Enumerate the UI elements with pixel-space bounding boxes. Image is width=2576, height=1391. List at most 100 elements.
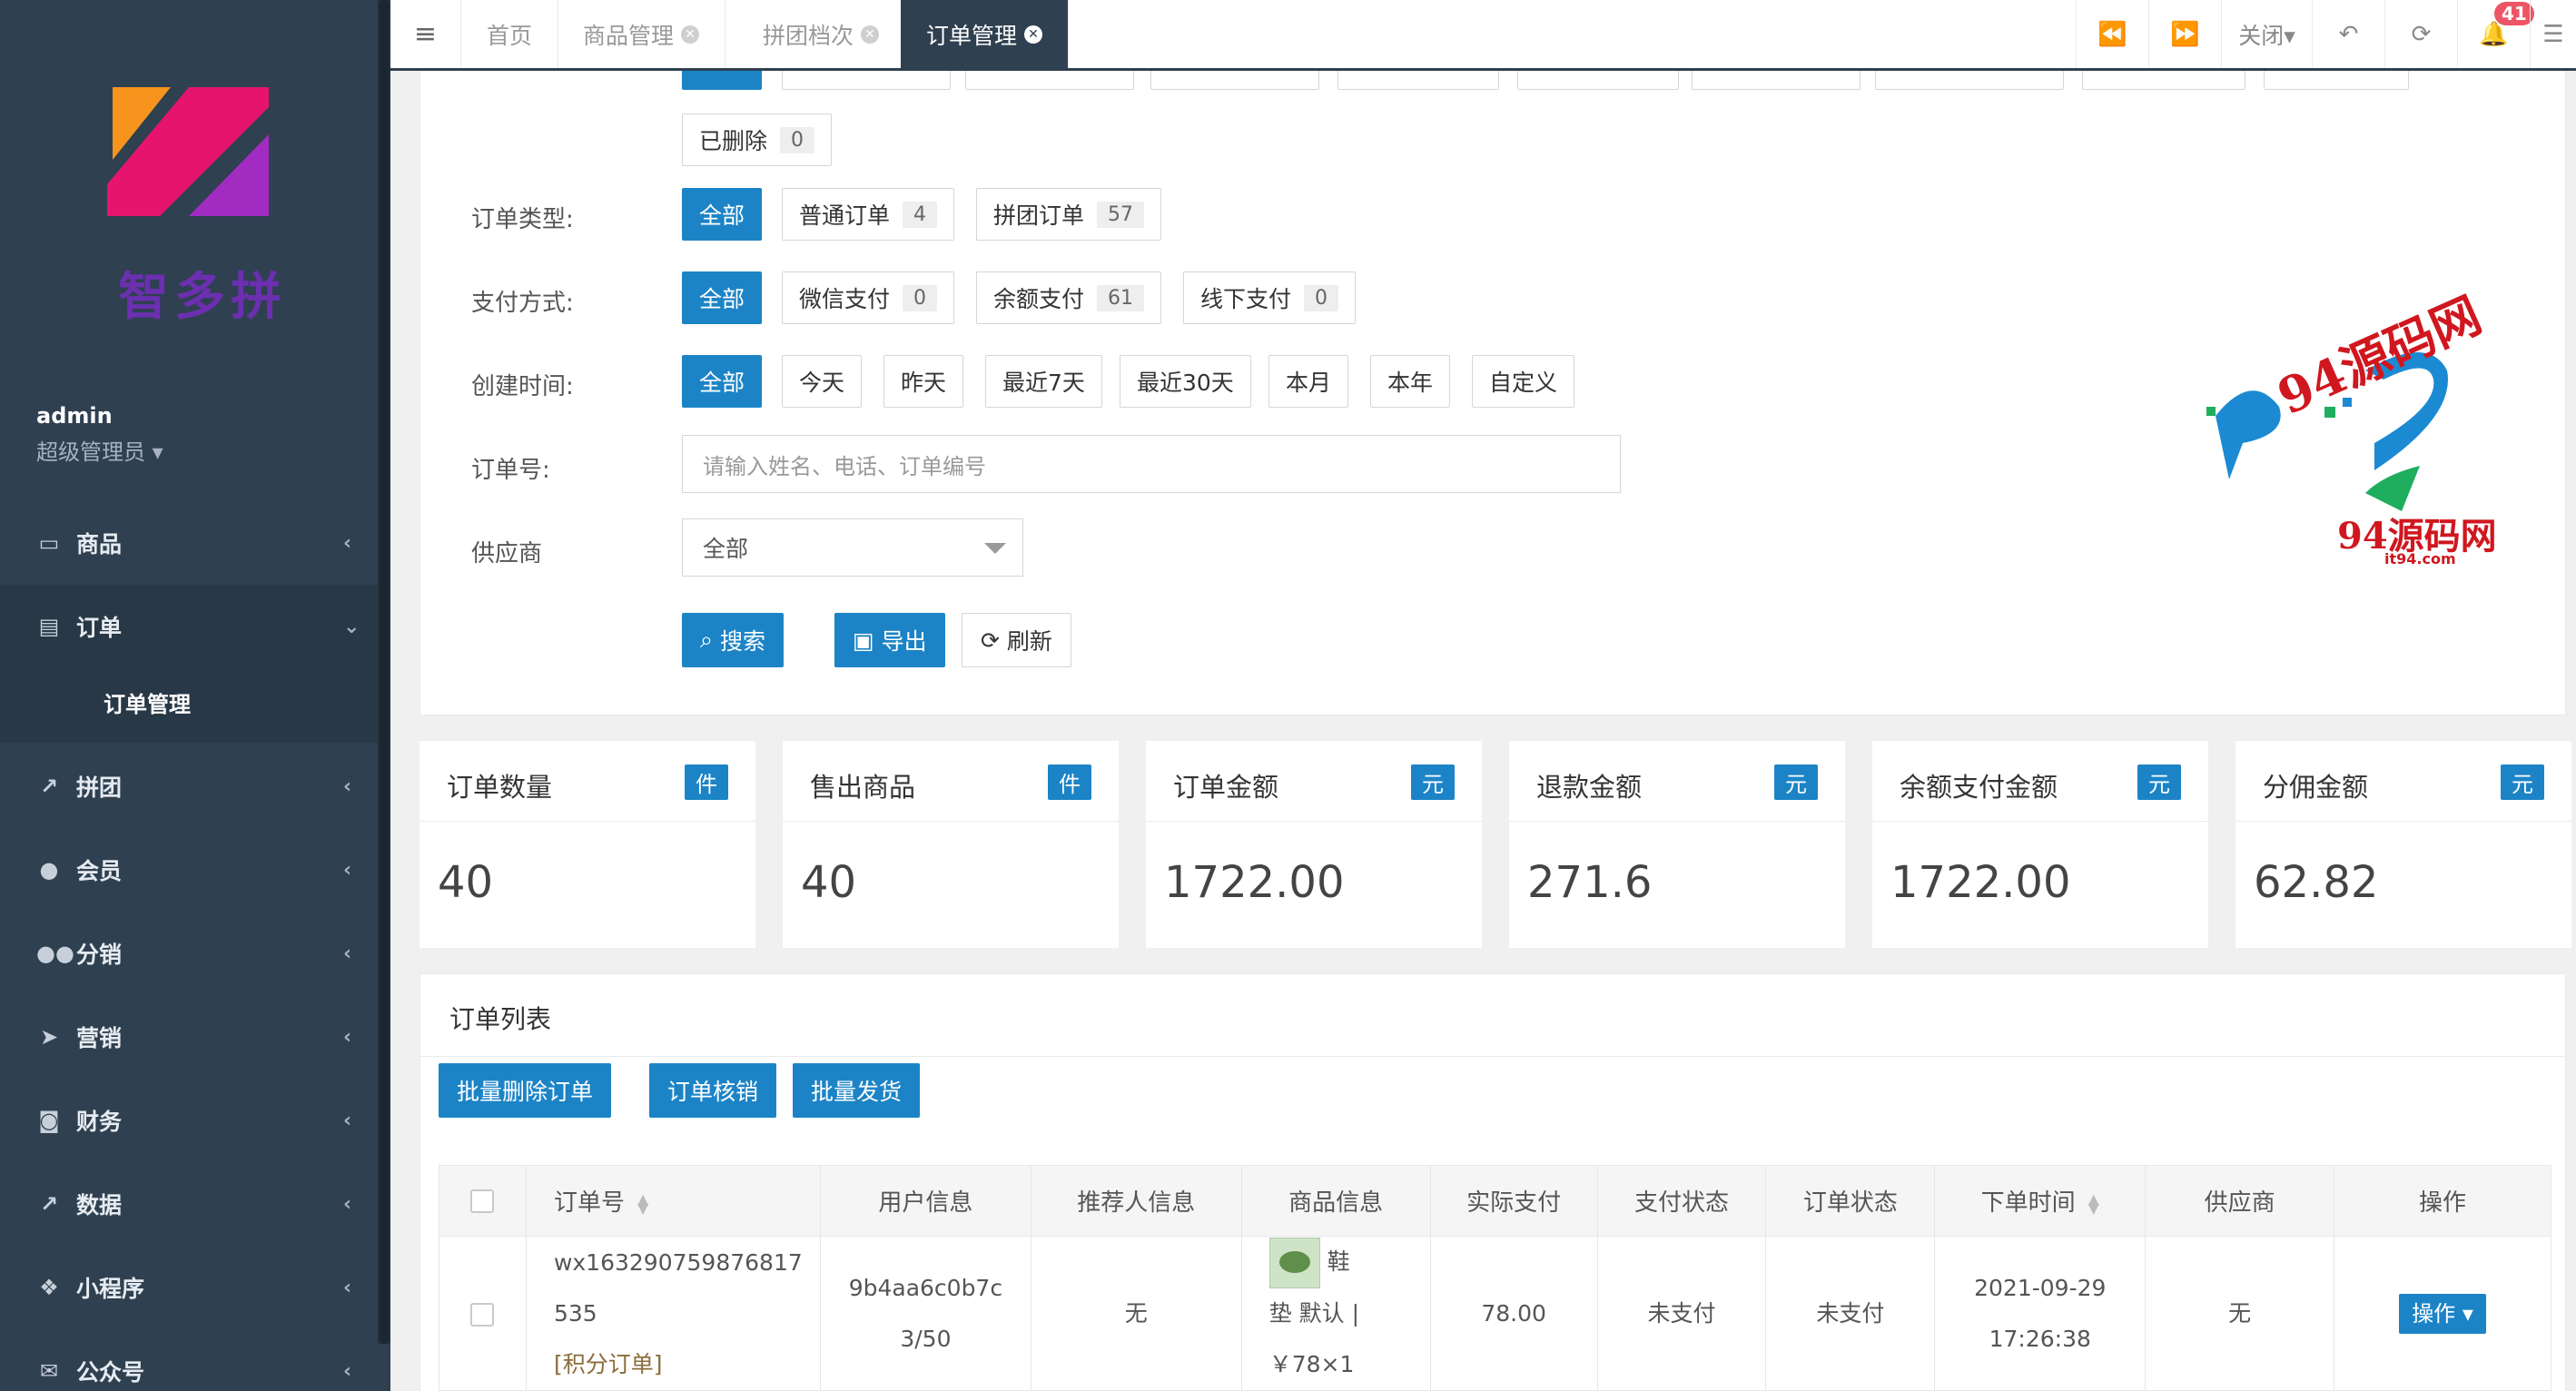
status-filter[interactable] — [1150, 71, 1319, 90]
sidebar-item-group-buy[interactable]: ↗ 拼团 ‹ — [0, 745, 378, 828]
sidebar-item-mini-program[interactable]: ❖ 小程序 ‹ — [0, 1246, 378, 1329]
search-icon: ⌕ — [700, 626, 720, 653]
sidebar-item-marketing[interactable]: ➤ 营销 ‹ — [0, 995, 378, 1079]
payment-all[interactable]: 全部 — [682, 271, 763, 324]
sidebar-item-products[interactable]: ▭ 商品 ‹ — [0, 501, 378, 585]
divider — [420, 1056, 2565, 1057]
stat-badge: 元 — [2501, 765, 2544, 800]
scroll-tabs-right-icon[interactable]: ⏩ — [2148, 0, 2221, 68]
filter-count: 0 — [1304, 284, 1339, 311]
filter-label: 全部 — [699, 286, 745, 312]
time-custom[interactable]: 自定义 — [1472, 355, 1575, 408]
sort-icon[interactable]: ▲ ▼ — [2088, 1191, 2099, 1215]
sidebar-item-official-account[interactable]: ✉ 公众号 ‹ — [0, 1329, 378, 1391]
payment-offline[interactable]: 线下支付 0 — [1183, 271, 1357, 324]
payment-balance[interactable]: 余额支付 61 — [976, 271, 1162, 324]
sidebar-item-orders[interactable]: ▤ 订单 ⌄ — [0, 585, 378, 668]
sidebar-item-distribution[interactable]: ●● 分销 ‹ — [0, 912, 378, 995]
profile-role-dropdown[interactable]: 超级管理员 ▾ — [36, 434, 163, 466]
status-filter[interactable] — [1692, 71, 1860, 90]
filter-count: 4 — [903, 201, 938, 228]
tab-order-management[interactable]: 订单管理 ✕ — [901, 0, 1070, 68]
status-filter[interactable] — [2264, 71, 2409, 90]
chevron-down-icon: ⌄ — [343, 615, 360, 638]
sidebar-item-label: 分销 — [76, 942, 123, 968]
stat-value: 1722.00 — [1164, 857, 1345, 908]
status-filter[interactable] — [1875, 71, 2064, 90]
menu-toggle-icon[interactable]: ≡ — [390, 0, 461, 68]
sort-icon[interactable]: ▲ ▼ — [637, 1191, 648, 1215]
pay-status-cell: 未支付 — [1596, 1236, 1767, 1391]
scrollbar-thumb[interactable] — [380, 0, 389, 1344]
sidebar-subitem-order-management[interactable]: 订单管理 — [0, 661, 378, 743]
status-filter[interactable] — [782, 71, 951, 90]
close-tabs-dropdown[interactable]: 关闭▾ — [2221, 0, 2312, 68]
time-this-month[interactable]: 本月 — [1268, 355, 1349, 408]
tab-home[interactable]: 首页 — [461, 0, 559, 68]
tab-product-management[interactable]: 商品管理 ✕ — [558, 0, 726, 68]
chevron-left-icon: ‹ — [343, 531, 352, 555]
scroll-tabs-left-icon[interactable]: ⏪ — [2076, 0, 2148, 68]
profile-name: admin — [36, 403, 113, 429]
save-icon: ▣ — [853, 626, 882, 654]
time-last-7-days[interactable]: 最近7天 — [985, 355, 1102, 408]
time-this-year[interactable]: 本年 — [1370, 355, 1451, 408]
sidebar-item-data[interactable]: ↗ 数据 ‹ — [0, 1162, 378, 1246]
supplier-select[interactable]: 全部 — [682, 518, 1023, 577]
bulk-ship-button[interactable]: 批量发货 — [793, 1063, 921, 1118]
stat-title: 余额支付金额 — [1900, 772, 2058, 803]
order-type-normal[interactable]: 普通订单 4 — [782, 188, 955, 241]
stat-order-count: 订单数量 件 40 — [419, 741, 755, 948]
order-number-input[interactable]: 请输入姓名、电话、订单编号 — [682, 435, 1621, 493]
order-no-cell: wx163290759876817 535 [积分订单] — [525, 1236, 821, 1391]
close-icon[interactable]: ✕ — [861, 25, 880, 44]
stat-refund-amount: 退款金额 元 271.6 — [1509, 741, 1845, 948]
back-icon[interactable]: ↶ — [2312, 0, 2384, 68]
order-type-group[interactable]: 拼团订单 57 — [976, 188, 1162, 241]
select-all-checkbox[interactable] — [470, 1189, 495, 1213]
tab-group-tiers[interactable]: 拼团档次 ✕ — [737, 0, 906, 68]
order-verify-button[interactable]: 订单核销 — [649, 1063, 777, 1118]
stat-badge: 元 — [1411, 765, 1455, 800]
close-icon[interactable]: ✕ — [1024, 25, 1043, 44]
row-checkbox[interactable] — [470, 1302, 495, 1327]
status-filter-all[interactable] — [682, 71, 762, 90]
status-filter[interactable] — [1337, 71, 1499, 90]
stat-badge: 件 — [1048, 765, 1091, 800]
export-button[interactable]: ▣ 导出 — [834, 613, 945, 667]
logo-text: 智多拼 — [118, 268, 287, 327]
stat-title: 退款金额 — [1536, 772, 1643, 803]
row-select-cell — [439, 1236, 527, 1391]
column-header-order-no[interactable]: 订单号 ▲ ▼ — [525, 1165, 821, 1237]
action-dropdown-button[interactable]: 操作 ▾ — [2399, 1293, 2486, 1334]
payment-wechat[interactable]: 微信支付 0 — [782, 271, 955, 324]
filter-count: 57 — [1097, 201, 1145, 228]
time-yesterday[interactable]: 昨天 — [883, 355, 964, 408]
bulk-delete-button[interactable]: 批量删除订单 — [439, 1063, 612, 1118]
select-all-header — [439, 1165, 527, 1237]
sidebar-item-label: 订单 — [76, 615, 123, 641]
money-icon: ◙ — [38, 1108, 60, 1133]
sidebar-item-finance[interactable]: ◙ 财务 ‹ — [0, 1079, 378, 1162]
close-icon[interactable]: ✕ — [681, 25, 700, 44]
time-all[interactable]: 全部 — [682, 355, 763, 408]
time-today[interactable]: 今天 — [782, 355, 863, 408]
referrer-cell: 无 — [1030, 1236, 1242, 1391]
search-button[interactable]: ⌕ 搜索 — [682, 613, 784, 667]
column-header-order-time[interactable]: 下单时间 ▲ ▼ — [1934, 1165, 2147, 1237]
right-menu-icon[interactable]: ☰ — [2530, 0, 2576, 68]
status-filter[interactable] — [2082, 71, 2245, 90]
refresh-button[interactable]: ⟳ 刷新 — [962, 613, 1071, 667]
button-label: 搜索 — [719, 628, 765, 655]
status-filter-deleted[interactable]: 已删除 0 — [682, 113, 833, 166]
time-last-30-days[interactable]: 最近30天 — [1120, 355, 1251, 408]
notification-button[interactable]: 🔔 41 — [2457, 0, 2534, 68]
select-value: 全部 — [703, 536, 749, 562]
product-thumbnail[interactable] — [1268, 1238, 1320, 1288]
status-filter[interactable] — [965, 71, 1134, 90]
refresh-icon[interactable]: ⟳ — [2384, 0, 2457, 68]
sidebar-item-members[interactable]: ● 会员 ‹ — [0, 828, 378, 912]
status-filter[interactable] — [1517, 71, 1679, 90]
order-type-all[interactable]: 全部 — [682, 188, 763, 241]
sidebar-scrollbar[interactable] — [378, 0, 390, 1344]
